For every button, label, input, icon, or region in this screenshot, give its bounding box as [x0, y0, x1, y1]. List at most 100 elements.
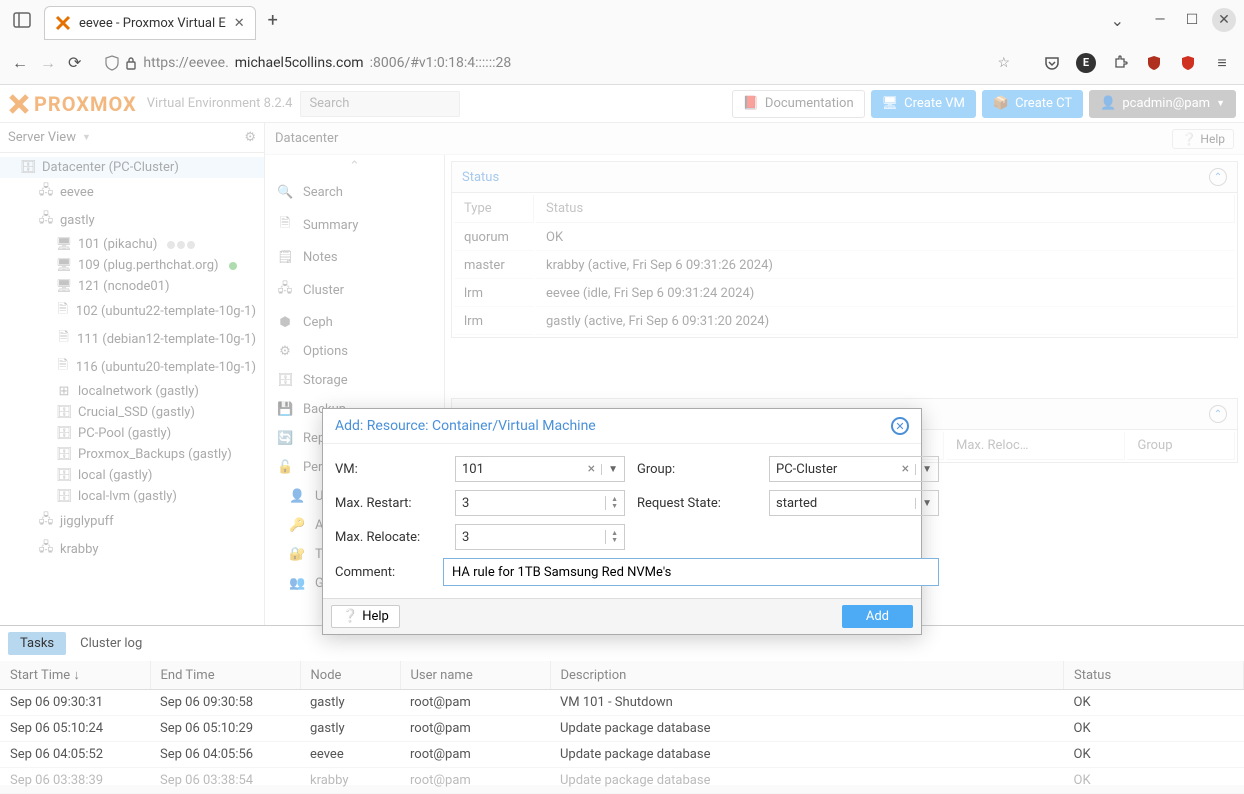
tree-template-111[interactable]: 🗎111 (debian12-template-10g-1): [0, 325, 264, 353]
product-version: Virtual Environment 8.2.4: [147, 96, 293, 111]
col-status[interactable]: Status: [1064, 661, 1244, 690]
user-menu-button[interactable]: 👤pcadmin@pam▼: [1089, 90, 1236, 118]
nav-storage[interactable]: 🗄Storage: [265, 366, 444, 395]
task-log-table: Start Time ↓ End Time Node User name Des…: [0, 661, 1244, 794]
spinner-icon[interactable]: ▲▼: [605, 530, 618, 544]
log-row[interactable]: Sep 06 09:30:31Sep 06 09:30:58gastlyroot…: [0, 690, 1244, 716]
documentation-button[interactable]: 📕Documentation: [732, 90, 865, 118]
gear-icon[interactable]: ⚙: [244, 130, 256, 145]
nav-cluster[interactable]: 🖧Cluster: [265, 272, 444, 308]
help-icon: ❔: [1181, 132, 1196, 146]
tree-template-116[interactable]: 🗎116 (ubuntu20-template-10g-1): [0, 353, 264, 381]
user-icon: 👤: [1100, 96, 1116, 111]
adblock-icon[interactable]: [1178, 53, 1198, 73]
dialog-close-button[interactable]: ✕: [891, 417, 909, 435]
bookmark-icon[interactable]: ☆: [997, 55, 1010, 71]
tab-title: eevee - Proxmox Virtual E: [79, 16, 226, 31]
max-relocate-spinner[interactable]: 3▲▼: [455, 524, 625, 550]
comment-input[interactable]: [443, 558, 939, 586]
col-group: Group: [1127, 432, 1235, 460]
url-suffix: :8006/#v1:0:18:4::::::28: [370, 55, 512, 71]
reload-button[interactable]: ⟳: [68, 53, 81, 72]
col-end-time[interactable]: End Time: [150, 661, 300, 690]
col-user[interactable]: User name: [400, 661, 550, 690]
pocket-icon[interactable]: [1042, 53, 1062, 73]
tree-node-jigglypuff[interactable]: 🖧jigglypuff: [0, 507, 264, 535]
nav-notes[interactable]: 🗒Notes: [265, 243, 444, 272]
new-tab-button[interactable]: +: [268, 10, 278, 31]
pve-header: PROXMOX Virtual Environment 8.2.4 📕Docum…: [0, 85, 1244, 123]
tree-datacenter[interactable]: 🗄Datacenter (PC-Cluster): [0, 157, 264, 178]
extension-e-icon[interactable]: E: [1076, 53, 1096, 73]
sidebar-toggle-icon[interactable]: [8, 6, 36, 34]
nav-ceph[interactable]: ⬢Ceph: [265, 308, 444, 337]
tree-node-krabby[interactable]: 🖧krabby: [0, 535, 264, 563]
tree-view-selector[interactable]: Server View ▼ ⚙: [0, 123, 264, 153]
back-button[interactable]: ←: [12, 53, 28, 73]
tree-storage-pcpool[interactable]: 🗄PC-Pool (gastly): [0, 423, 264, 444]
nav-summary[interactable]: 🗎Summary: [265, 207, 444, 243]
status-panel: Status ⌃ TypeStatus quorumOK masterkrabb…: [451, 161, 1238, 338]
tree-vm-109[interactable]: 🖥109 (plug.perthchat.org): [0, 255, 264, 276]
help-button[interactable]: ❔Help: [1172, 129, 1234, 149]
spinner-icon[interactable]: ▲▼: [605, 496, 618, 510]
max-restart-spinner[interactable]: 3▲▼: [455, 490, 625, 516]
tab-cluster-log[interactable]: Cluster log: [68, 632, 154, 655]
log-row[interactable]: Sep 06 05:10:24Sep 06 05:10:29gastlyroot…: [0, 716, 1244, 742]
shield-icon: [105, 55, 119, 71]
tab-close-icon[interactable]: ✕: [234, 16, 245, 31]
collapse-icon[interactable]: ⌃: [1209, 405, 1227, 423]
maximize-button[interactable]: ☐: [1180, 8, 1204, 32]
nav-options[interactable]: ⚙Options: [265, 337, 444, 366]
col-description[interactable]: Description: [550, 661, 1064, 690]
minimize-button[interactable]: —: [1148, 8, 1172, 32]
request-state-combo[interactable]: started▼: [769, 490, 939, 516]
nav-scroll-up-icon[interactable]: ⌃: [265, 155, 444, 178]
tab-tasks[interactable]: Tasks: [8, 632, 66, 655]
forward-button[interactable]: →: [40, 53, 56, 73]
tree-storage-backups[interactable]: 🗄Proxmox_Backups (gastly): [0, 444, 264, 465]
proxmox-logo[interactable]: PROXMOX Virtual Environment 8.2.4: [8, 92, 292, 116]
create-vm-button[interactable]: 🖥Create VM: [871, 90, 976, 118]
task-log-panel: Tasks Cluster log Start Time ↓ End Time …: [0, 625, 1244, 785]
clear-icon[interactable]: ×: [586, 461, 597, 477]
clear-icon[interactable]: ×: [900, 461, 911, 477]
tree-storage-local[interactable]: 🗄local (gastly): [0, 465, 264, 486]
col-start-time[interactable]: Start Time ↓: [0, 661, 150, 690]
url-bar[interactable]: https://eevee.michael5collins.com:8006/#…: [93, 55, 1022, 71]
nav-search[interactable]: 🔍Search: [265, 178, 444, 207]
dialog-help-button[interactable]: ❔Help: [331, 605, 400, 628]
collapse-icon[interactable]: ⌃: [1209, 168, 1227, 186]
create-ct-button[interactable]: 📦Create CT: [982, 90, 1083, 118]
col-type: Type: [454, 195, 534, 223]
global-search-input[interactable]: [300, 91, 460, 117]
ublock-icon[interactable]: [1144, 53, 1164, 73]
monitor-icon: 🖥: [56, 279, 72, 294]
tree-network[interactable]: ⊞localnetwork (gastly): [0, 381, 264, 402]
extensions-icon[interactable]: [1110, 53, 1130, 73]
log-row[interactable]: Sep 06 03:38:39Sep 06 03:38:54krabbyroot…: [0, 768, 1244, 794]
tabs-dropdown-icon[interactable]: ⌄: [1111, 11, 1124, 30]
close-window-button[interactable]: ✕: [1212, 8, 1236, 32]
tree-storage-crucial[interactable]: 🗄Crucial_SSD (gastly): [0, 402, 264, 423]
tree-vm-101[interactable]: 🖥101 (pikachu): [0, 234, 264, 255]
tree-storage-locallvm[interactable]: 🗄local-lvm (gastly): [0, 486, 264, 507]
chevron-down-icon[interactable]: ▼: [915, 498, 932, 509]
group-label: Group:: [637, 462, 757, 477]
log-row[interactable]: Sep 06 04:05:52Sep 06 04:05:56eeveeroot@…: [0, 742, 1244, 768]
tree-vm-121[interactable]: 🖥121 (ncnode01): [0, 276, 264, 297]
vm-combo[interactable]: 101×▼: [455, 456, 625, 482]
tree-template-102[interactable]: 🗎102 (ubuntu22-template-10g-1): [0, 297, 264, 325]
browser-tab[interactable]: eevee - Proxmox Virtual E ✕: [44, 6, 256, 40]
chevron-down-icon[interactable]: ▼: [601, 464, 618, 475]
dialog-add-button[interactable]: Add: [842, 605, 913, 628]
tree-node-eevee[interactable]: 🖧eevee: [0, 178, 264, 206]
menu-icon[interactable]: ≡: [1212, 53, 1232, 73]
node-icon: 🖧: [38, 538, 54, 560]
dialog-title: Add: Resource: Container/Virtual Machine: [335, 418, 596, 434]
max-relocate-label: Max. Relocate:: [335, 530, 443, 545]
chevron-down-icon[interactable]: ▼: [915, 464, 932, 475]
group-combo[interactable]: PC-Cluster×▼: [769, 456, 939, 482]
tree-node-gastly[interactable]: 🖧gastly: [0, 206, 264, 234]
col-node[interactable]: Node: [300, 661, 400, 690]
